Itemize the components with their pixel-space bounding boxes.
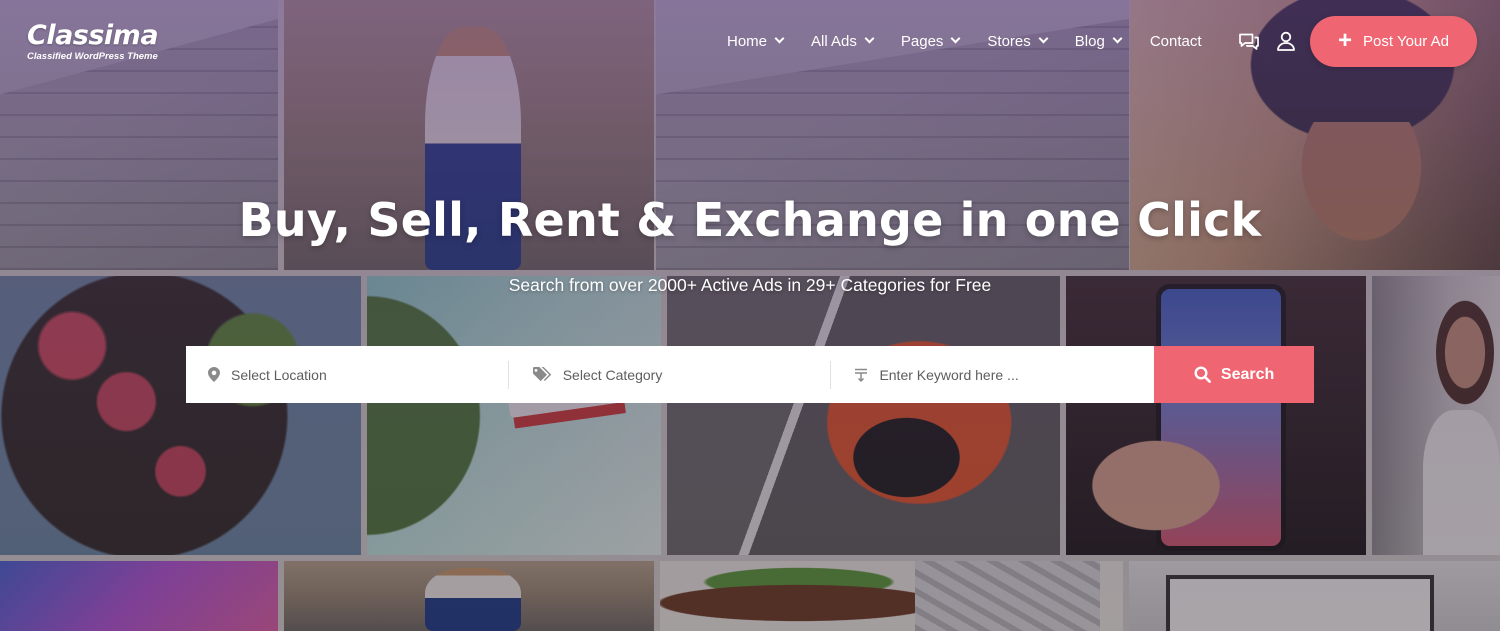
location-input[interactable] xyxy=(231,366,471,383)
plus-icon: + xyxy=(1338,26,1353,54)
nav-item-home[interactable]: Home xyxy=(727,30,785,52)
user-icon[interactable] xyxy=(1274,29,1298,53)
nav-item-all-ads[interactable]: All Ads xyxy=(811,30,875,52)
chevron-down-icon xyxy=(864,33,875,44)
tags-icon xyxy=(532,367,551,382)
nav-item-stores[interactable]: Stores xyxy=(987,30,1049,52)
map-pin-icon xyxy=(208,367,220,382)
search-bar: Search xyxy=(186,346,1314,403)
keyword-field[interactable] xyxy=(831,346,1154,403)
hero-subtitle: Search from over 2000+ Active Ads in 29+… xyxy=(508,275,992,295)
chevron-down-icon xyxy=(774,33,785,44)
hero-title: Buy, Sell, Rent & Exchange in one Click xyxy=(238,193,1262,247)
nav-item-label: Pages xyxy=(900,32,944,50)
logo-tagline: Classified WordPress Theme xyxy=(27,51,158,62)
main-nav: Home All Ads Pages Stores Blog Contact xyxy=(727,30,1202,52)
keyword-input[interactable] xyxy=(879,366,1120,383)
search-button[interactable]: Search xyxy=(1154,346,1314,403)
location-select[interactable] xyxy=(186,346,508,403)
chat-icon[interactable] xyxy=(1237,29,1261,53)
text-height-icon xyxy=(855,368,868,382)
nav-item-label: Blog xyxy=(1074,32,1105,50)
post-your-ad-label: Post Your Ad xyxy=(1363,33,1449,50)
chevron-down-icon xyxy=(1038,33,1049,44)
site-logo[interactable]: Classima Classified WordPress Theme xyxy=(27,20,159,62)
hero-background-collage xyxy=(0,0,1500,631)
nav-item-label: All Ads xyxy=(811,32,857,50)
nav-item-label: Home xyxy=(727,32,768,50)
hero-overlay xyxy=(0,0,1500,631)
chevron-down-icon xyxy=(1112,33,1123,44)
logo-text: Classima xyxy=(27,20,159,51)
post-your-ad-button[interactable]: + Post Your Ad xyxy=(1310,16,1477,67)
search-icon xyxy=(1194,366,1211,383)
nav-item-label: Stores xyxy=(987,32,1031,50)
category-select[interactable] xyxy=(509,346,831,403)
nav-item-contact[interactable]: Contact xyxy=(1150,30,1202,52)
nav-item-blog[interactable]: Blog xyxy=(1074,30,1123,52)
chevron-down-icon xyxy=(950,33,961,44)
nav-item-pages[interactable]: Pages xyxy=(900,30,961,52)
category-input[interactable] xyxy=(562,366,803,383)
search-button-label: Search xyxy=(1220,365,1275,383)
nav-item-label: Contact xyxy=(1149,32,1202,50)
